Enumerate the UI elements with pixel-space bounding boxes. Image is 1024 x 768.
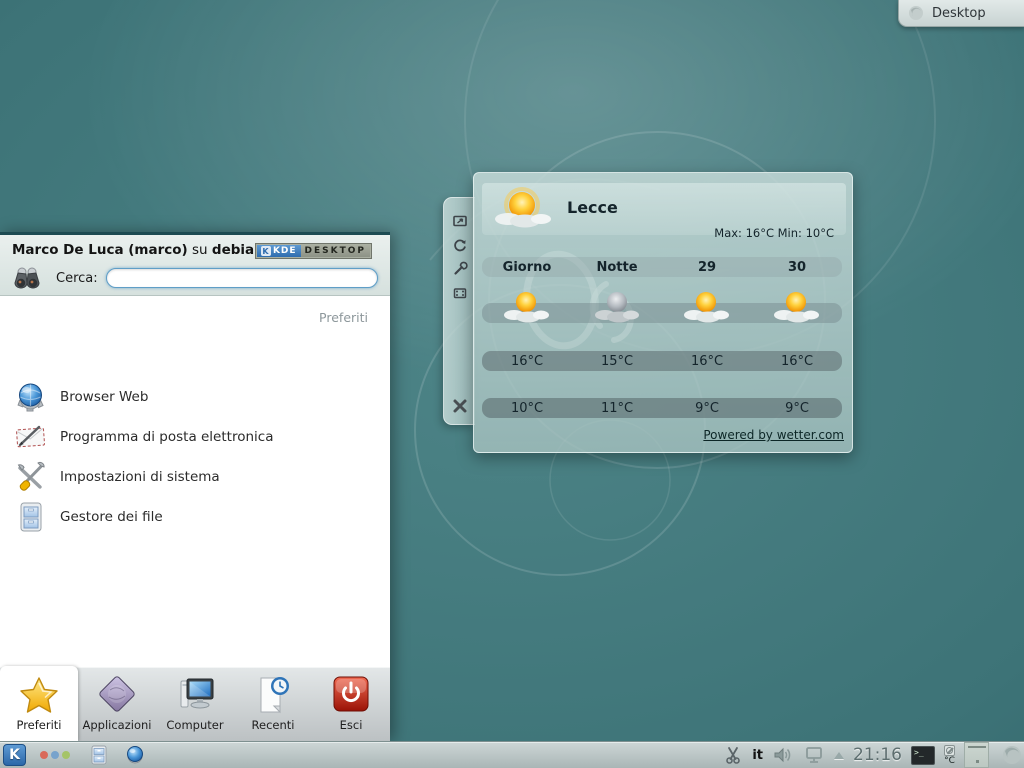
col-date-29: 29 <box>662 260 752 275</box>
forecast-icon-30 <box>752 289 842 329</box>
sun-cloud-icon <box>492 185 554 233</box>
rotate-icon[interactable] <box>452 237 468 253</box>
file-manager-icon <box>14 500 48 534</box>
col-day: Giorno <box>482 260 572 275</box>
low-temp-night: 11°C <box>572 401 662 416</box>
volume-icon[interactable] <box>772 745 794 765</box>
power-leave-icon <box>330 675 372 715</box>
tab-label: Esci <box>340 718 363 732</box>
panel-calendar-strip[interactable] <box>964 742 989 768</box>
tab-computer[interactable]: Computer <box>156 668 234 741</box>
favorite-label: Programma di posta elettronica <box>60 429 273 445</box>
weather-tray-icon[interactable]: °C <box>944 745 955 766</box>
activity-dots[interactable] <box>40 751 70 759</box>
desktop-toolbox-label: Desktop <box>932 6 986 21</box>
weather-minmax: Max: 16°C Min: 10°C <box>714 226 834 240</box>
web-browser-icon <box>14 380 48 414</box>
forecast-icon-night <box>572 289 662 329</box>
desktop-toolbox[interactable]: Desktop <box>898 0 1024 27</box>
kickoff-tab-bar: Preferiti Applicazioni Computer <box>0 667 390 741</box>
digital-clock[interactable]: 21:16 <box>853 745 902 765</box>
weather-tray-label: °C <box>944 757 955 766</box>
user-name: Marco De Luca (marco) <box>12 242 188 258</box>
favorite-label: Impostazioni di sistema <box>60 469 220 485</box>
computer-icon <box>174 675 216 715</box>
tab-recent[interactable]: Recenti <box>234 668 312 741</box>
systray-expander-icon[interactable] <box>834 752 844 759</box>
configure-wrench-icon[interactable] <box>452 261 468 277</box>
search-binoculars-icon <box>12 265 42 291</box>
weather-credit-link[interactable]: Powered by wetter.com <box>703 428 844 442</box>
col-date-30: 30 <box>752 260 842 275</box>
col-night: Notte <box>572 260 662 275</box>
applications-diamond-icon <box>96 675 138 715</box>
badge-kde-label: KDE <box>273 246 297 256</box>
high-temp-day: 16°C <box>482 354 572 369</box>
file-manager-launcher-icon[interactable] <box>88 744 110 766</box>
dot-red[interactable] <box>40 751 48 759</box>
favorite-item-system-settings[interactable]: Impostazioni di sistema <box>14 458 374 496</box>
kickoff-launcher: Marco De Luca (marco) su debian KKDE DES… <box>0 232 390 741</box>
favorite-label: Gestore dei file <box>60 509 163 525</box>
favorite-item-web-browser[interactable]: Browser Web <box>14 378 374 416</box>
search-label: Cerca: <box>56 271 98 286</box>
kickoff-favorites-view: Preferiti Browser Web <box>0 296 390 667</box>
web-browser-launcher-icon[interactable] <box>124 744 146 766</box>
tab-leave[interactable]: Esci <box>312 668 390 741</box>
favorite-label: Browser Web <box>60 389 148 405</box>
screen-corners-icon[interactable] <box>452 285 468 301</box>
dot-blue[interactable] <box>51 751 59 759</box>
badge-desktop-label: DESKTOP <box>301 245 370 257</box>
kde-desktop-badge: KKDE DESKTOP <box>255 243 372 259</box>
close-icon[interactable] <box>452 398 468 414</box>
klipper-scissors-icon[interactable] <box>723 745 743 765</box>
low-temp-29: 9°C <box>662 401 752 416</box>
panel-cashew-icon[interactable] <box>998 743 1022 767</box>
tab-label: Applicazioni <box>83 718 152 732</box>
system-settings-icon <box>14 460 48 494</box>
weather-header: Lecce Max: 16°C Min: 10°C <box>482 183 846 235</box>
low-temp-30: 9°C <box>752 401 842 416</box>
user-connector: su <box>192 242 208 258</box>
star-icon <box>18 675 60 715</box>
favorite-item-mail[interactable]: Programma di posta elettronica <box>14 418 374 456</box>
keyboard-layout-indicator[interactable]: it <box>752 748 763 763</box>
network-monitor-icon[interactable] <box>803 745 825 765</box>
weather-low-temps: 10°C 11°C 9°C 9°C <box>482 398 842 418</box>
widget-handle[interactable] <box>443 197 475 425</box>
high-temp-30: 16°C <box>752 354 842 369</box>
kickoff-header: Marco De Luca (marco) su debian KKDE DES… <box>0 235 390 296</box>
tab-label: Preferiti <box>16 718 61 732</box>
high-temp-night: 15°C <box>572 354 662 369</box>
dot-green[interactable] <box>62 751 70 759</box>
resize-icon[interactable] <box>452 213 468 229</box>
favorites-section-label: Preferiti <box>319 310 368 325</box>
tab-favorites[interactable]: Preferiti <box>0 666 78 741</box>
forecast-icon-day <box>482 289 572 329</box>
weather-na-icon <box>944 745 955 756</box>
high-temp-29: 16°C <box>662 354 752 369</box>
weather-high-temps: 16°C 15°C 16°C 16°C <box>482 351 842 371</box>
weather-column-headers: Giorno Notte 29 30 <box>482 257 842 277</box>
tab-applications[interactable]: Applicazioni <box>78 668 156 741</box>
weather-city: Lecce <box>567 198 618 217</box>
weather-widget[interactable]: Lecce Max: 16°C Min: 10°C Giorno Notte 2… <box>473 172 853 453</box>
recent-document-clock-icon <box>252 675 294 715</box>
low-temp-day: 10°C <box>482 401 572 416</box>
kde-logo-mini: K <box>261 246 271 256</box>
forecast-icon-29 <box>662 289 752 329</box>
kmenu-launcher-button[interactable]: K <box>3 744 26 766</box>
bottom-panel: K it <box>0 741 1024 768</box>
tab-label: Computer <box>166 718 223 732</box>
cashew-icon <box>907 4 925 22</box>
tab-label: Recenti <box>252 718 295 732</box>
terminal-tray-icon[interactable]: >_ <box>911 746 935 765</box>
user-identity: Marco De Luca (marco) su debian <box>12 242 264 258</box>
mail-icon <box>14 420 48 454</box>
search-input[interactable] <box>106 268 378 288</box>
favorite-item-file-manager[interactable]: Gestore dei file <box>14 498 374 536</box>
